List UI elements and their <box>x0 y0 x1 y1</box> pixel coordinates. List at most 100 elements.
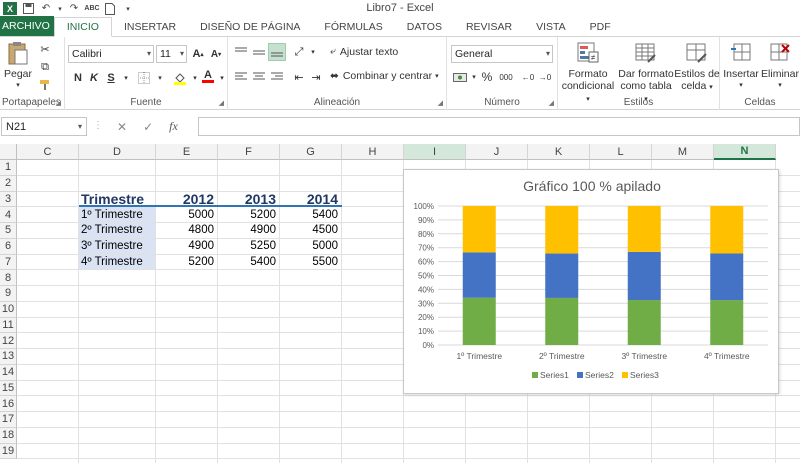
value-cell[interactable]: 5200 <box>218 207 279 222</box>
formula-input[interactable] <box>198 117 800 136</box>
percent-button[interactable]: % <box>478 68 496 86</box>
name-box[interactable]: N21 ▾ <box>1 117 87 136</box>
value-cell[interactable]: 4900 <box>218 223 279 238</box>
row-header-10[interactable]: 10 <box>0 301 17 318</box>
quarter-label-cell[interactable]: 3º Trimestre <box>79 238 155 254</box>
redo-icon[interactable]: ↷ <box>67 2 81 15</box>
column-header-m[interactable]: M <box>652 144 714 160</box>
decrease-indent-icon[interactable]: ⇤ <box>290 68 308 86</box>
chart-container[interactable]: Gráfico 100 % apilado 0% 10% 20% 30% 40% 50% 60… <box>403 169 779 394</box>
grow-font-icon[interactable]: A ▴ <box>189 45 207 63</box>
number-launcher-icon[interactable]: ◢ <box>549 99 554 107</box>
value-cell[interactable]: 4500 <box>280 223 341 238</box>
tab-vista[interactable]: VISTA <box>524 17 578 36</box>
tab-diseno-pagina[interactable]: DISEÑO DE PÁGINA <box>188 17 312 36</box>
tab-revisar[interactable]: REVISAR <box>454 17 524 36</box>
row-header-11[interactable]: 11 <box>0 317 17 334</box>
row-header-13[interactable]: 13 <box>0 349 17 365</box>
undo-dropdown-icon[interactable]: ▾ <box>57 2 63 15</box>
alignment-launcher-icon[interactable]: ◢ <box>438 99 443 107</box>
column-header-e[interactable]: E <box>156 144 218 160</box>
column-header-j[interactable]: J <box>466 144 528 160</box>
delete-cells-button[interactable]: Eliminar ▾ <box>760 41 800 92</box>
row-header-17[interactable]: 17 <box>0 412 17 428</box>
italic-button[interactable]: K <box>85 69 103 87</box>
tab-formulas[interactable]: FÓRMULAS <box>312 17 394 36</box>
row-header-7[interactable]: 7 <box>0 254 17 271</box>
value-cell[interactable]: 5200 <box>156 255 217 270</box>
thousands-button[interactable]: 000 <box>495 68 517 86</box>
quarter-label-cell[interactable]: 1º Trimestre <box>79 207 155 222</box>
borders-dropdown-icon[interactable]: ▾ <box>151 69 169 87</box>
row-header-16[interactable]: 16 <box>0 396 17 412</box>
column-header-n[interactable]: N <box>714 144 776 160</box>
merge-center-button[interactable]: ⬌ Combinar y centrar ▾ <box>330 70 439 82</box>
new-doc-icon[interactable] <box>103 2 117 15</box>
row-header-15[interactable]: 15 <box>0 380 17 397</box>
enter-icon[interactable]: ✓ <box>143 120 153 134</box>
value-cell[interactable]: 5400 <box>218 255 279 270</box>
undo-icon[interactable]: ↶ <box>39 2 53 15</box>
tab-pdf[interactable]: PDF <box>578 17 623 36</box>
clipboard-launcher-icon[interactable]: ◢ <box>56 99 61 107</box>
align-left-icon[interactable] <box>232 68 250 86</box>
column-header-h[interactable]: H <box>342 144 404 160</box>
customize-icon[interactable]: ▾ <box>121 2 135 15</box>
row-header-18[interactable]: 18 <box>0 427 17 444</box>
column-header-f[interactable]: F <box>218 144 280 160</box>
table-header-cell[interactable]: Trimestre <box>79 191 155 207</box>
row-header-3[interactable]: 3 <box>0 191 17 208</box>
value-cell[interactable]: 4800 <box>156 223 217 238</box>
wrap-text-button[interactable]: ⤶ Ajustar texto <box>330 45 398 58</box>
cell-styles-button[interactable]: Estilos de celda ▾ <box>674 41 720 94</box>
increase-decimal-icon[interactable]: ←0 <box>519 68 537 86</box>
value-cell[interactable]: 5000 <box>156 207 217 222</box>
value-cell[interactable]: 4900 <box>156 239 217 254</box>
align-top-icon[interactable] <box>232 43 250 61</box>
save-icon[interactable] <box>21 2 35 15</box>
row-header-14[interactable]: 14 <box>0 364 17 381</box>
align-bottom-icon[interactable] <box>268 43 286 61</box>
format-painter-icon[interactable] <box>36 76 54 94</box>
copy-icon[interactable]: ⧉ <box>36 58 54 76</box>
column-header-k[interactable]: K <box>528 144 590 160</box>
value-cell[interactable]: 5500 <box>280 255 341 270</box>
shrink-font-icon[interactable]: A ▾ <box>207 45 225 63</box>
font-name-select[interactable]: Calibri ▾ <box>68 45 154 63</box>
increase-indent-icon[interactable]: ⇥ <box>307 68 325 86</box>
quarter-label-cell[interactable]: 4º Trimestre <box>79 254 155 270</box>
row-header-5[interactable]: 5 <box>0 223 17 239</box>
decrease-decimal-icon[interactable]: →0 <box>536 68 554 86</box>
cancel-icon[interactable]: ✕ <box>117 120 127 134</box>
tab-datos[interactable]: DATOS <box>395 17 454 36</box>
tab-insertar[interactable]: INSERTAR <box>112 17 188 36</box>
value-cell[interactable]: 5250 <box>218 239 279 254</box>
row-header-4[interactable]: 4 <box>0 207 17 223</box>
row-header-1[interactable]: 1 <box>0 160 17 176</box>
insert-cells-button[interactable]: Insertar ▾ <box>722 41 760 92</box>
align-right-icon[interactable] <box>268 68 286 86</box>
tab-inicio[interactable]: INICIO <box>53 17 112 37</box>
spellcheck-icon[interactable]: ABC <box>84 2 99 15</box>
table-header-cell[interactable]: 2013 <box>218 191 279 207</box>
row-header-12[interactable]: 12 <box>0 333 17 349</box>
align-middle-icon[interactable] <box>250 43 268 61</box>
column-header-d[interactable]: D <box>79 144 156 160</box>
insert-function-button[interactable]: fx <box>169 119 178 134</box>
column-header-l[interactable]: L <box>590 144 652 160</box>
table-header-cell[interactable]: 2012 <box>156 191 217 207</box>
row-header-19[interactable]: 19 <box>0 443 17 460</box>
row-header-6[interactable]: 6 <box>0 238 17 255</box>
font-launcher-icon[interactable]: ◢ <box>219 99 224 107</box>
paste-button[interactable]: Pegar ▾ <box>3 41 33 92</box>
quarter-label-cell[interactable]: 2º Trimestre <box>79 223 155 238</box>
align-center-icon[interactable] <box>250 68 268 86</box>
row-header-8[interactable]: 8 <box>0 270 17 286</box>
column-header-c[interactable]: C <box>17 144 79 160</box>
select-all-button[interactable] <box>0 144 17 160</box>
column-header-i[interactable]: I <box>404 144 466 160</box>
column-header-g[interactable]: G <box>280 144 342 160</box>
value-cell[interactable]: 5000 <box>280 239 341 254</box>
value-cell[interactable]: 5400 <box>280 207 341 222</box>
number-format-select[interactable]: General ▾ <box>451 45 553 63</box>
